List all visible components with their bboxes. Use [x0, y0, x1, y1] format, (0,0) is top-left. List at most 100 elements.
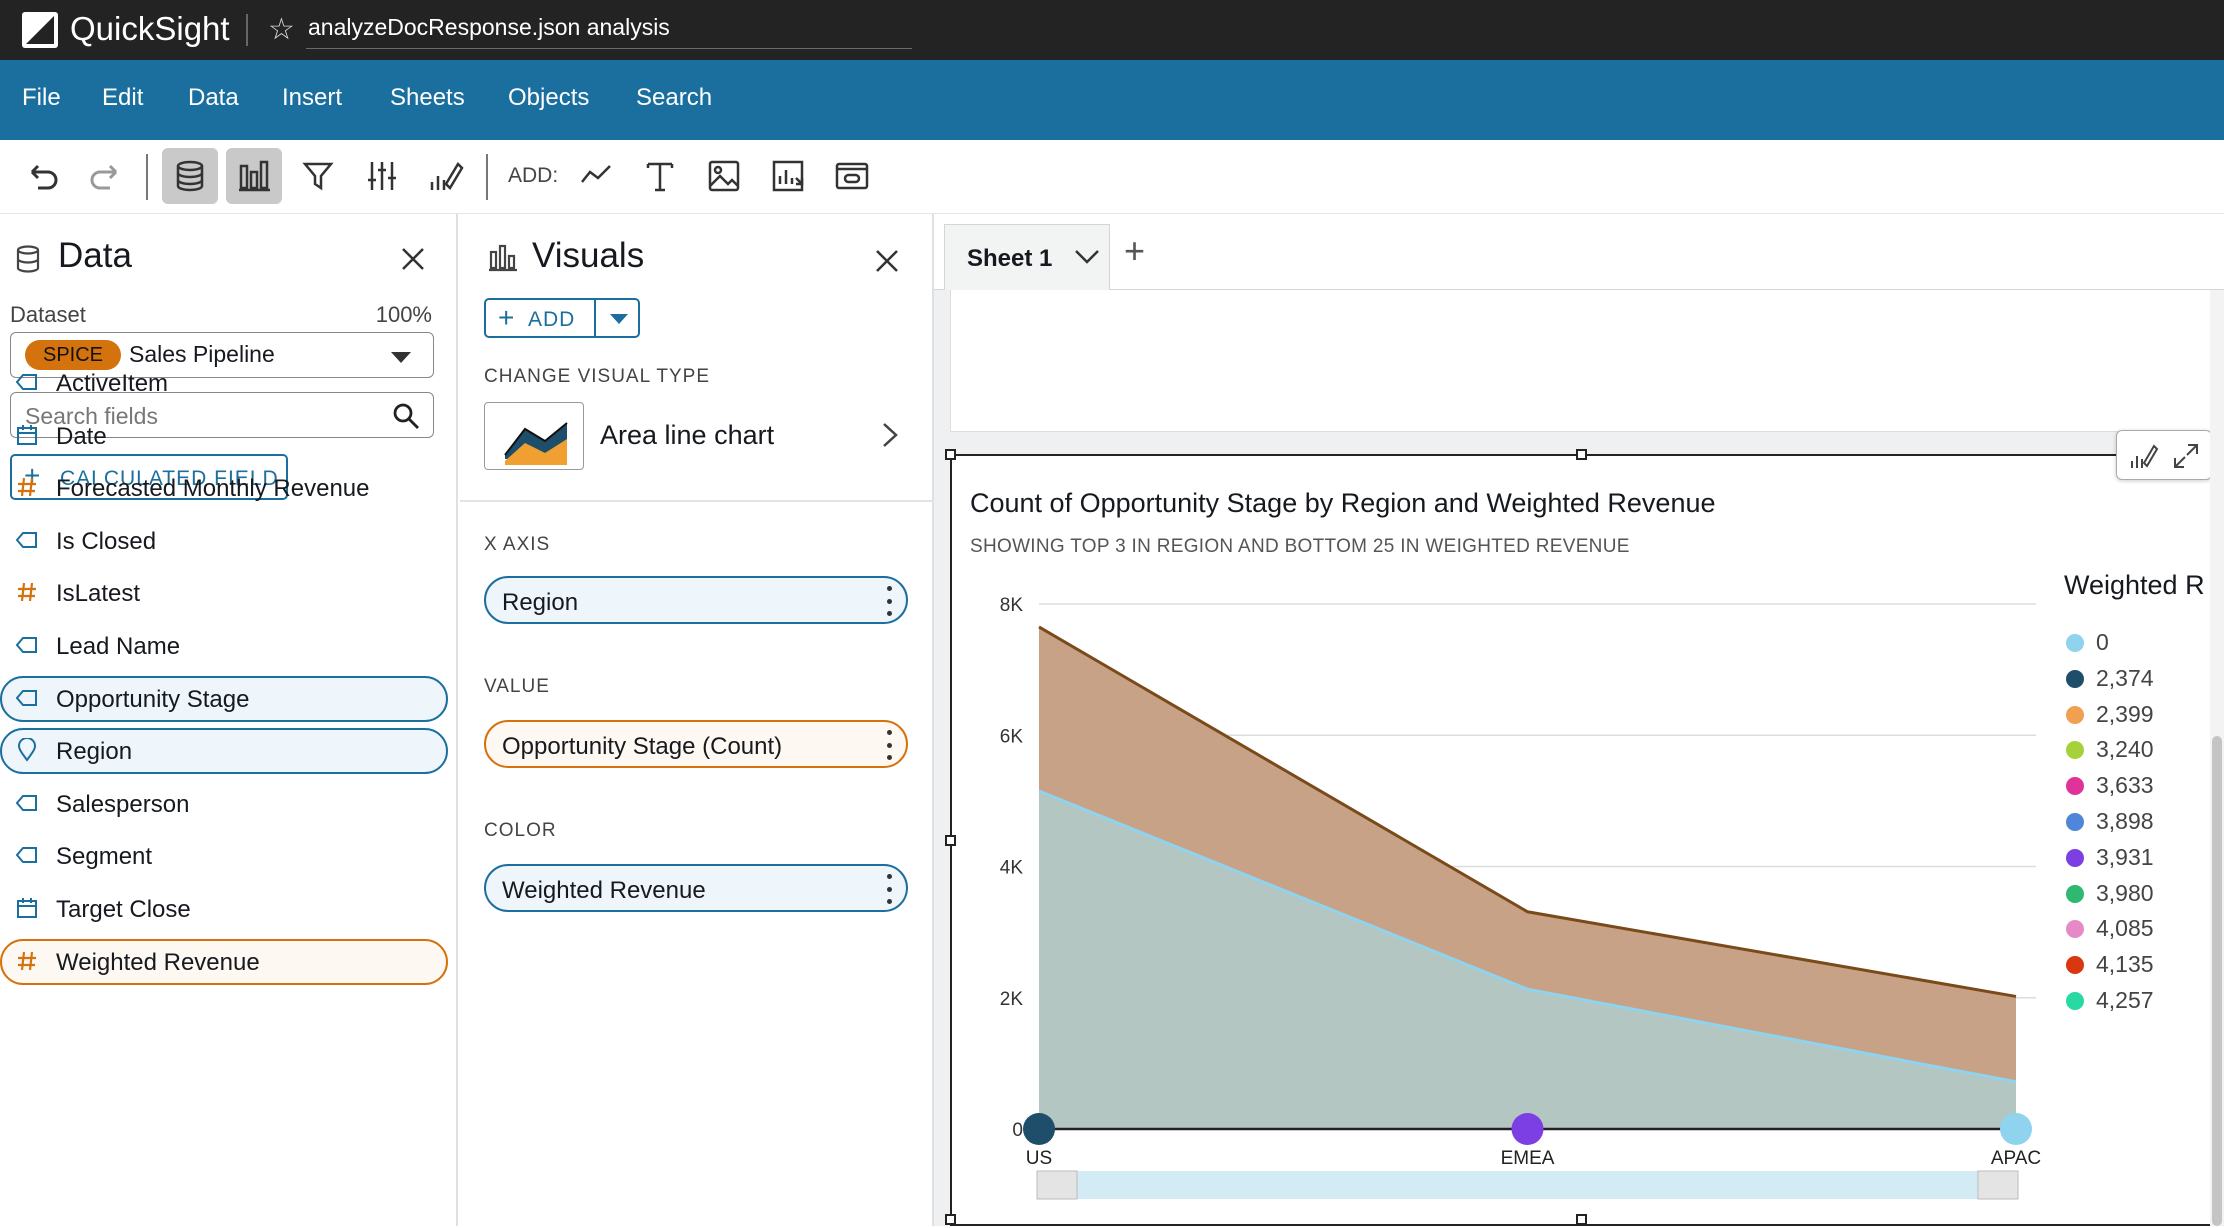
field-label: Date — [56, 422, 107, 450]
x-tick-label: APAC — [1991, 1148, 2041, 1169]
y-tick-label: 0 — [1012, 1120, 1023, 1141]
visual-type-name[interactable]: Area line chart — [600, 420, 774, 451]
add-embed-icon[interactable] — [824, 148, 880, 204]
field-item[interactable]: Segment — [0, 833, 448, 879]
hash-icon — [16, 476, 38, 498]
close-data-panel-icon[interactable] — [398, 244, 428, 279]
legend-color-dot — [2066, 813, 2084, 831]
visuals-icon[interactable] — [226, 148, 282, 204]
calendar-icon — [16, 897, 38, 919]
dataset-label: Dataset — [10, 302, 86, 327]
menu-search[interactable]: Search — [636, 84, 712, 112]
tab-sheet-1[interactable]: Sheet 1 — [944, 224, 1110, 290]
data-point-marker — [1511, 1113, 1544, 1145]
sheet-canvas: Count of Opportunity Stage by Region and… — [934, 290, 2224, 1226]
more-options-icon[interactable] — [886, 874, 892, 904]
value-field-well[interactable]: Opportunity Stage (Count) — [484, 720, 908, 768]
field-item[interactable]: Lead Name — [0, 623, 448, 669]
plus-icon: + — [498, 302, 515, 333]
field-label: Lead Name — [56, 633, 181, 660]
scroll-handle-left — [1036, 1170, 1078, 1200]
color-field-label: Weighted Revenue — [502, 877, 706, 904]
chevron-right-icon[interactable] — [880, 420, 900, 458]
legend-label: 4,085 — [2096, 915, 2154, 942]
database-icon — [14, 244, 42, 279]
dimension-tag-icon — [16, 634, 38, 656]
redo-icon[interactable] — [78, 148, 134, 204]
calendar-icon — [16, 424, 38, 446]
data-point-marker — [1023, 1113, 1055, 1145]
scrollbar-thumb[interactable] — [2212, 736, 2222, 1226]
area-line-chart-thumbnail-icon[interactable] — [484, 402, 584, 470]
add-image-icon[interactable] — [696, 148, 752, 204]
add-visual-label: ADD — [528, 308, 576, 331]
menu-edit[interactable]: Edit — [102, 84, 143, 112]
dataset-icon[interactable] — [162, 148, 218, 204]
field-item[interactable]: Is Closed — [0, 518, 448, 564]
visuals-panel-title: Visuals — [532, 236, 645, 275]
area-line-chart-visual[interactable]: Count of Opportunity Stage by Region and… — [945, 430, 2212, 1226]
y-tick-label: 6K — [1000, 726, 1024, 747]
field-item[interactable]: Forecasted Monthly Revenue — [0, 465, 448, 511]
parameters-icon[interactable] — [354, 148, 410, 204]
field-item[interactable]: Region — [0, 728, 448, 775]
x-axis-scroll-bar — [1037, 1171, 2018, 1199]
field-item[interactable]: Target Close — [0, 886, 448, 932]
upper-visual[interactable] — [950, 290, 2224, 432]
field-item[interactable]: ActiveItem — [0, 360, 448, 406]
data-point-marker — [2000, 1113, 2032, 1145]
undo-icon[interactable] — [14, 148, 70, 204]
more-options-icon[interactable] — [886, 586, 892, 616]
close-visuals-panel-icon[interactable] — [872, 246, 902, 281]
field-item[interactable]: Opportunity Stage — [0, 675, 448, 722]
menu-file[interactable]: File — [22, 84, 61, 112]
quicksight-logo-icon[interactable] — [22, 12, 58, 48]
format-visual-icon[interactable] — [418, 148, 474, 204]
location-pin-icon — [16, 738, 38, 762]
filter-icon[interactable] — [290, 148, 346, 204]
add-label: ADD: — [508, 164, 559, 187]
field-item[interactable]: Weighted Revenue — [0, 938, 448, 985]
menu-insert[interactable]: Insert — [282, 84, 342, 112]
legend-label: 3,633 — [2096, 772, 2154, 799]
more-options-icon[interactable] — [886, 730, 892, 760]
add-visual-button[interactable]: + ADD — [484, 298, 640, 338]
field-item[interactable]: Salesperson — [0, 781, 448, 827]
value-field-label: Opportunity Stage (Count) — [502, 733, 783, 760]
y-tick-label: 2K — [1000, 989, 1024, 1010]
legend-color-dot — [2066, 884, 2084, 903]
brand-name[interactable]: QuickSight — [70, 10, 230, 48]
menu-sheets[interactable]: Sheets — [390, 84, 465, 112]
field-item[interactable]: Date — [0, 413, 448, 459]
value-label: VALUE — [484, 676, 550, 697]
legend-title: Weighted R — [2064, 570, 2205, 600]
legend-color-dot — [2066, 669, 2084, 688]
x-axis-field-well[interactable]: Region — [484, 576, 908, 624]
legend-color-dot — [2066, 705, 2084, 724]
add-line-chart-icon[interactable] — [568, 148, 624, 204]
menu-bar: File Edit Data Insert Sheets Objects Sea… — [0, 60, 2224, 140]
menu-data[interactable]: Data — [188, 84, 239, 112]
add-insight-icon[interactable] — [760, 148, 816, 204]
add-text-icon[interactable] — [632, 148, 688, 204]
dimension-tag-icon — [16, 687, 38, 709]
field-label: Segment — [56, 843, 153, 871]
title-bar: QuickSight ☆ analyzeDocResponse.json ana… — [0, 0, 2224, 60]
favorite-star-icon[interactable]: ☆ — [268, 12, 295, 47]
hash-icon — [16, 950, 38, 972]
analysis-title-underline — [306, 48, 912, 49]
field-item[interactable]: IsLatest — [0, 570, 448, 616]
title-separator — [246, 14, 248, 46]
add-sheet-icon[interactable]: + — [1124, 230, 1145, 272]
menu-objects[interactable]: Objects — [508, 84, 589, 112]
legend-label: 3,980 — [2096, 879, 2154, 906]
color-field-well[interactable]: Weighted Revenue — [484, 864, 908, 912]
add-button-divider — [594, 300, 596, 336]
field-label: Weighted Revenue — [56, 948, 260, 976]
field-label: Forecasted Monthly Revenue — [56, 475, 370, 503]
chevron-down-icon[interactable] — [1073, 247, 1101, 272]
scroll-handle-right — [1977, 1170, 2019, 1200]
visuals-panel: Visuals + ADD CHANGE VISUAL TYPE Area li… — [460, 214, 934, 1226]
chevron-down-icon[interactable] — [610, 314, 628, 324]
analysis-title[interactable]: analyzeDocResponse.json analysis — [308, 14, 670, 41]
